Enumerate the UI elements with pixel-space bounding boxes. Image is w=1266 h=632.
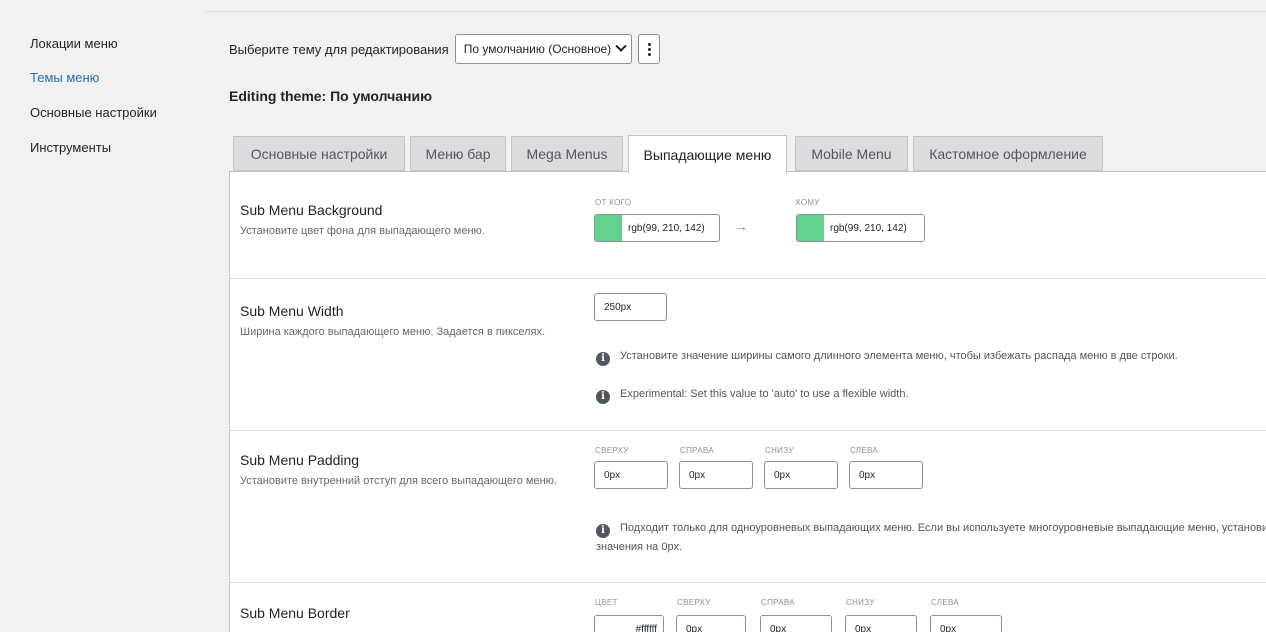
setting-row-padding: Sub Menu Padding Установите внутренний о…	[230, 431, 1266, 583]
background-to-color-picker[interactable]: rgb(99, 210, 142)	[796, 214, 925, 242]
vertical-dots-icon	[647, 52, 651, 56]
tab-menu-bar[interactable]: Меню бар	[410, 136, 506, 171]
tab-custom-styling[interactable]: Кастомное оформление	[913, 136, 1103, 171]
setting-row-width: Sub Menu Width Ширина каждого выпадающег…	[230, 279, 1266, 431]
info-icon: i	[596, 352, 610, 366]
to-label: КОМУ	[796, 198, 820, 207]
top-divider	[205, 11, 1266, 12]
padding-right-label: СПРАВА	[680, 446, 714, 455]
padding-right-input[interactable]: 0px	[679, 461, 753, 489]
border-left-label: СЛЕВА	[931, 598, 960, 607]
theme-selector-label: Выберите тему для редактирования	[229, 41, 449, 57]
color-value: #ffffff	[635, 623, 657, 632]
border-top-label: СВЕРХУ	[677, 598, 711, 607]
theme-selector-row: Выберите тему для редактирования По умол…	[229, 34, 661, 64]
border-bottom-label: СНИЗУ	[846, 598, 875, 607]
setting-description: Установите цвет фона для выпадающего мен…	[240, 225, 485, 237]
padding-bottom-input[interactable]: 0px	[764, 461, 838, 489]
sidebar-item-menu-themes[interactable]: Темы меню	[30, 70, 99, 85]
note-text: Установите значение ширины самого длинно…	[620, 350, 1178, 362]
padding-left-input[interactable]: 0px	[849, 461, 923, 489]
arrow-right-icon: →	[734, 218, 748, 234]
border-color-picker[interactable]: #ffffff	[594, 615, 664, 632]
padding-bottom-label: СНИЗУ	[765, 446, 794, 455]
setting-description: Ширина каждого выпадающего меню. Задаетс…	[240, 326, 546, 338]
setting-title: Sub Menu Border	[240, 605, 350, 621]
tab-dropdown-menus[interactable]: Выпадающие меню	[628, 135, 787, 173]
width-note-2: i Experimental: Set this value to 'auto' …	[596, 385, 909, 404]
setting-title: Sub Menu Padding	[240, 452, 360, 468]
info-icon: i	[596, 524, 610, 538]
vertical-dots-icon	[647, 47, 651, 51]
theme-select-dropdown[interactable]: По умолчанию (Основное)	[454, 34, 633, 64]
sidebar-item-tools[interactable]: Инструменты	[30, 140, 111, 155]
setting-title: Sub Menu Background	[240, 202, 383, 218]
color-value: rgb(99, 210, 142)	[628, 222, 705, 234]
color-value: rgb(99, 210, 142)	[830, 222, 907, 234]
setting-row-background: Sub Menu Background Установите цвет фона…	[230, 172, 1266, 279]
border-right-label: СПРАВА	[761, 598, 795, 607]
sidebar-item-general-settings[interactable]: Основные настройки	[30, 105, 157, 120]
width-note-1: i Установите значение ширины самого длинн…	[596, 347, 1266, 366]
padding-note: i Подходит только для одноуровневых выпад…	[596, 519, 1266, 556]
border-top-input[interactable]: 0px	[676, 615, 746, 632]
chevron-down-icon	[615, 40, 627, 52]
info-icon: i	[596, 390, 610, 404]
note-text: Experimental: Set this value to 'auto' t…	[620, 388, 909, 400]
setting-description: Установите внутренний отступ для всего в…	[240, 475, 557, 487]
color-swatch	[797, 215, 824, 241]
setting-title: Sub Menu Width	[240, 303, 344, 319]
tab-mega-menus[interactable]: Mega Menus	[511, 136, 623, 171]
border-right-input[interactable]: 0px	[760, 615, 832, 632]
settings-panel: Sub Menu Background Установите цвет фона…	[229, 171, 1266, 632]
editing-theme-title: Editing theme: По умолчанию	[229, 88, 433, 104]
setting-row-border: Sub Menu Border ЦВЕТ #ffffff СВЕРХУ 0px …	[230, 583, 1266, 632]
padding-top-input[interactable]: 0px	[594, 461, 668, 489]
border-left-input[interactable]: 0px	[930, 615, 1002, 632]
tab-mobile-menu[interactable]: Mobile Menu	[795, 136, 908, 171]
note-text: Подходит только для одноуровневых выпада…	[596, 522, 1266, 553]
border-bottom-input[interactable]: 0px	[845, 615, 917, 632]
vertical-dots-icon	[647, 42, 651, 46]
padding-top-label: СВЕРХУ	[595, 446, 629, 455]
border-color-label: ЦВЕТ	[595, 598, 618, 607]
padding-left-label: СЛЕВА	[850, 446, 879, 455]
theme-more-button[interactable]	[638, 34, 661, 64]
from-label: ОТ КОГО	[595, 198, 632, 207]
theme-select-value: По умолчанию (Основное)	[463, 42, 612, 56]
tab-general-settings[interactable]: Основные настройки	[233, 136, 405, 171]
background-from-color-picker[interactable]: rgb(99, 210, 142)	[594, 214, 720, 242]
width-input[interactable]: 250px	[594, 293, 667, 321]
color-swatch	[595, 215, 622, 241]
sidebar-item-menu-locations[interactable]: Локации меню	[30, 36, 118, 51]
settings-sidebar: Локации меню Темы меню Основные настройк…	[0, 0, 205, 632]
